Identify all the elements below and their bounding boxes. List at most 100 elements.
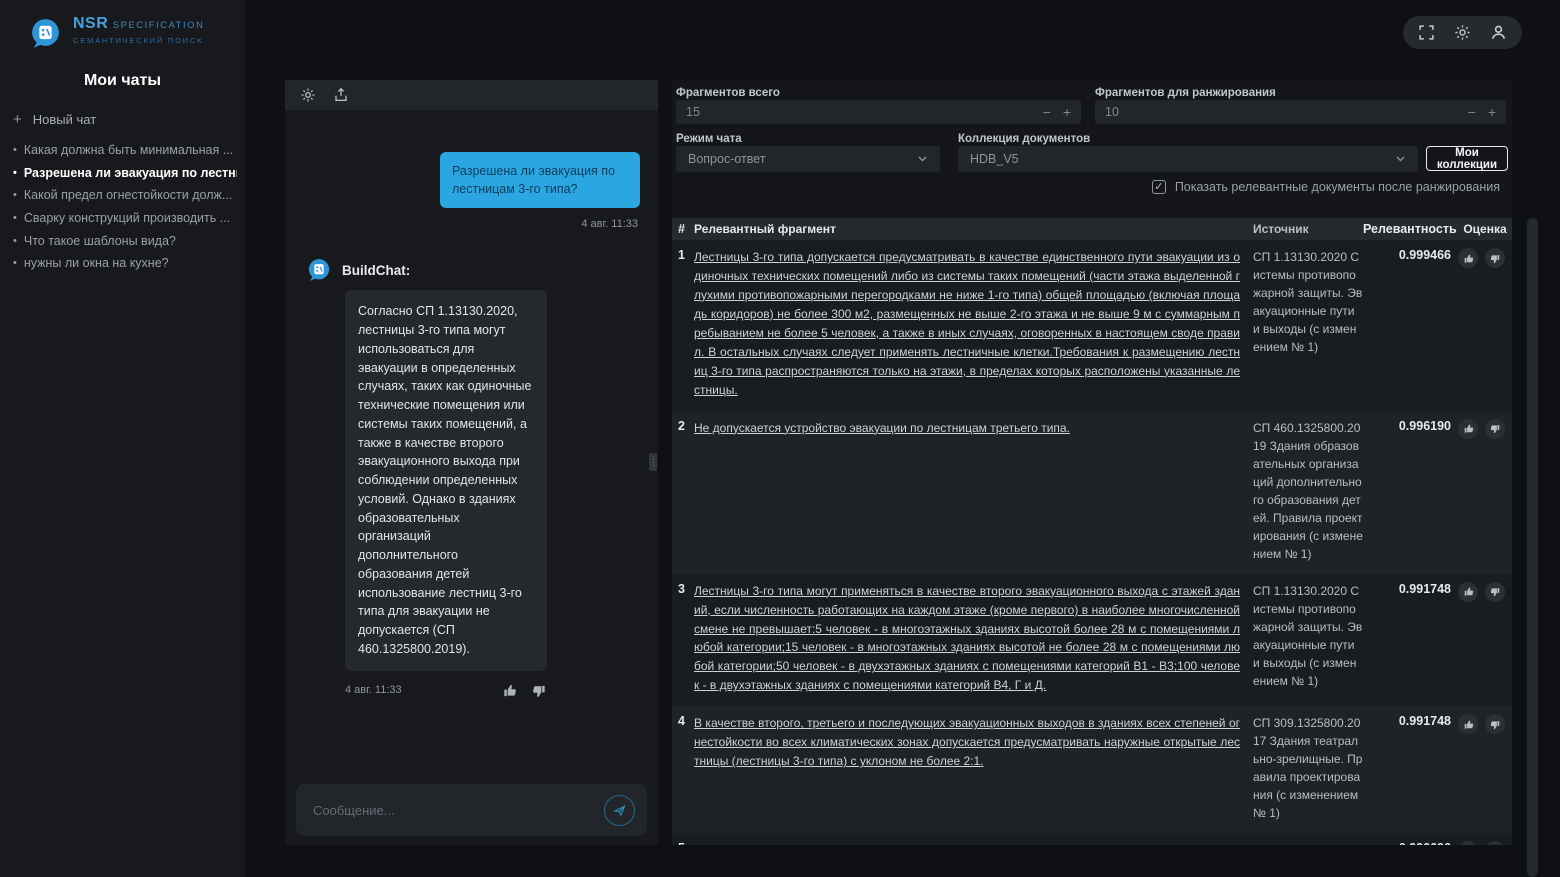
sidebar-chat-item[interactable]: • Какой предел огнестойкости долж... — [13, 189, 237, 202]
thumbs-down-button[interactable] — [1485, 248, 1505, 268]
panel-resize-handle[interactable]: ⋮ — [649, 453, 658, 471]
col-header-source: Источник — [1253, 222, 1309, 236]
thumbs-up-icon[interactable] — [502, 683, 517, 698]
thumbs-up-icon — [1464, 424, 1473, 433]
decrement-icon[interactable]: − — [1468, 104, 1476, 120]
increment-icon[interactable]: + — [1063, 104, 1071, 120]
bot-message-bubble: Согласно СП 1.13130.2020, лестницы 3-го … — [345, 290, 547, 671]
sidebar-chat-item[interactable]: • Сварку конструкций производить ... — [13, 212, 237, 225]
table-row: 2 Не допускается устройство эвакуации по… — [672, 410, 1512, 574]
fullscreen-icon[interactable] — [1418, 24, 1435, 41]
show-ranked-docs-label: Показать релевантные документы после ран… — [1174, 180, 1500, 194]
thumbs-down-button[interactable] — [1485, 841, 1505, 845]
new-chat-button[interactable]: + Новый чат — [13, 111, 245, 128]
brand-suffix: SPECIFICATION — [112, 20, 205, 31]
increment-icon[interactable]: + — [1488, 104, 1496, 120]
relevance-value: 0.999466 — [1398, 248, 1451, 262]
chat-item-label: Какой предел огнестойкости долж... — [23, 189, 233, 203]
fragments-rank-input[interactable]: 10 − + — [1095, 100, 1506, 124]
chat-message-area: Разрешена ли эвакуация по лестницам 3-го… — [285, 110, 658, 776]
thumbs-down-button[interactable] — [1485, 581, 1505, 602]
fragment-link[interactable]: Не допускается устройство эвакуации по л… — [694, 419, 1240, 438]
fragment-link[interactable]: Лестницы 3-го типа могут применяться в к… — [694, 582, 1240, 696]
brand-logo: NSR SPECIFICATION СЕМАНТИЧЕСКИЙ ПОИСК — [0, 0, 245, 52]
theme-toggle-icon[interactable] — [1454, 24, 1471, 41]
fragment-link[interactable]: В качестве второго, третьего и последующ… — [694, 714, 1240, 771]
row-number: 5 — [678, 841, 694, 845]
chat-mode-select[interactable]: Вопрос-ответ — [676, 146, 940, 172]
thumbs-up-icon — [1464, 587, 1473, 596]
table-header-row: # Релевантный фрагмент Источник Релевант… — [672, 218, 1512, 240]
plus-icon: + — [13, 111, 22, 128]
fragment-link[interactable]: Лестницы 3-го типа допускается предусмат… — [694, 248, 1240, 400]
profile-icon[interactable] — [1490, 24, 1507, 41]
chat-panel: Разрешена ли эвакуация по лестницам 3-го… — [285, 80, 658, 845]
thumbs-up-button[interactable] — [1458, 418, 1478, 439]
thumbs-down-icon — [1490, 254, 1499, 263]
check-icon: ✓ — [1154, 180, 1164, 193]
chat-settings-gear-icon[interactable] — [300, 87, 316, 103]
brand-tagline: СЕМАНТИЧЕСКИЙ ПОИСК — [73, 36, 204, 45]
results-table: # Релевантный фрагмент Источник Релевант… — [672, 218, 1512, 845]
show-ranked-docs-checkbox[interactable]: ✓ — [1151, 180, 1166, 194]
fragments-total-value: 15 — [686, 105, 700, 119]
thumbs-down-icon[interactable] — [532, 683, 547, 698]
row-number: 1 — [678, 248, 685, 262]
col-header-relevance: Релевантность — [1363, 222, 1457, 236]
thumbs-up-button[interactable] — [1458, 841, 1478, 845]
table-row: 4 В качестве второго, третьего и последу… — [672, 706, 1512, 834]
message-input-placeholder: Сообщение... — [313, 802, 395, 818]
thumbs-down-button[interactable] — [1485, 418, 1505, 439]
table-row: 1 Лестницы 3-го типа допускается предусм… — [672, 240, 1512, 411]
export-chat-icon[interactable] — [333, 87, 349, 103]
send-plane-icon — [613, 804, 626, 817]
thumbs-up-button[interactable] — [1458, 714, 1478, 735]
chat-item-label: Сварку конструкций производить ... — [23, 211, 231, 225]
decrement-icon[interactable]: − — [1043, 104, 1051, 120]
thumbs-up-icon — [1464, 253, 1473, 263]
chat-list: • Какая должна быть минимальная ... • Ра… — [0, 144, 245, 270]
results-panel: Фрагментов всего 15 − + Фрагментов для р… — [672, 80, 1512, 845]
sidebar-chat-item-active[interactable]: • Разрешена ли эвакуация по лестни... — [13, 167, 237, 180]
bullet-icon: • — [13, 211, 17, 224]
new-chat-label: Новый чат — [32, 112, 97, 127]
show-ranked-docs-row: ✓ Показать релевантные документы после р… — [1151, 180, 1500, 194]
col-header-fragment: Релевантный фрагмент — [694, 222, 836, 236]
table-row: 5 Допускается для эвакуации МГН с помощь… — [672, 833, 1512, 845]
chevron-down-icon — [1396, 156, 1405, 162]
chevron-down-icon — [918, 156, 927, 162]
user-message-time: 4 авг. 11:33 — [581, 218, 638, 231]
bullet-icon: • — [13, 234, 17, 247]
message-input[interactable]: Сообщение... — [296, 784, 647, 836]
send-button[interactable] — [604, 794, 635, 826]
collection-value: HDB_V5 — [970, 152, 1019, 166]
bullet-icon: • — [13, 144, 17, 156]
collection-select[interactable]: HDB_V5 — [958, 146, 1418, 172]
my-collections-button[interactable]: Мои коллекции — [1426, 146, 1508, 171]
bot-name: BuildChat: — [342, 262, 411, 278]
fragments-rank-label: Фрагментов для ранжирования — [1095, 87, 1276, 99]
bot-header: BuildChat: — [299, 256, 644, 284]
relevance-value: 0.991748 — [1398, 714, 1451, 729]
sidebar-chat-item[interactable]: • Что такое шаблоны вида? — [13, 235, 237, 248]
relevance-value: 0.991748 — [1398, 581, 1451, 596]
chat-mode-value: Вопрос-ответ — [688, 152, 766, 166]
thumbs-up-button[interactable] — [1458, 248, 1478, 268]
bot-message-meta: 4 авг. 11:33 — [345, 683, 547, 698]
chat-mode-label: Режим чата — [676, 133, 742, 145]
bullet-icon: • — [13, 189, 17, 202]
fragment-link[interactable]: Допускается для эвакуации МГН с помощью … — [694, 841, 1240, 845]
thumbs-up-button[interactable] — [1458, 581, 1478, 602]
fragments-total-input[interactable]: 15 − + — [676, 100, 1081, 124]
thumbs-down-icon — [1490, 588, 1499, 597]
thumbs-down-button[interactable] — [1485, 714, 1505, 735]
sidebar-chat-item[interactable]: • нужны ли окна на кухне? — [13, 257, 237, 270]
sidebar-title: Мои чаты — [83, 72, 162, 89]
vertical-scrollbar[interactable] — [1527, 218, 1538, 877]
sidebar-chat-item[interactable]: • Какая должна быть минимальная ... — [13, 144, 237, 157]
relevance-value: 0.990696 — [1363, 841, 1451, 845]
bot-avatar — [308, 259, 330, 282]
thumbs-up-icon — [1464, 720, 1473, 729]
window-controls — [1403, 16, 1522, 49]
chat-item-label: нужны ли окна на кухне? — [23, 257, 169, 271]
